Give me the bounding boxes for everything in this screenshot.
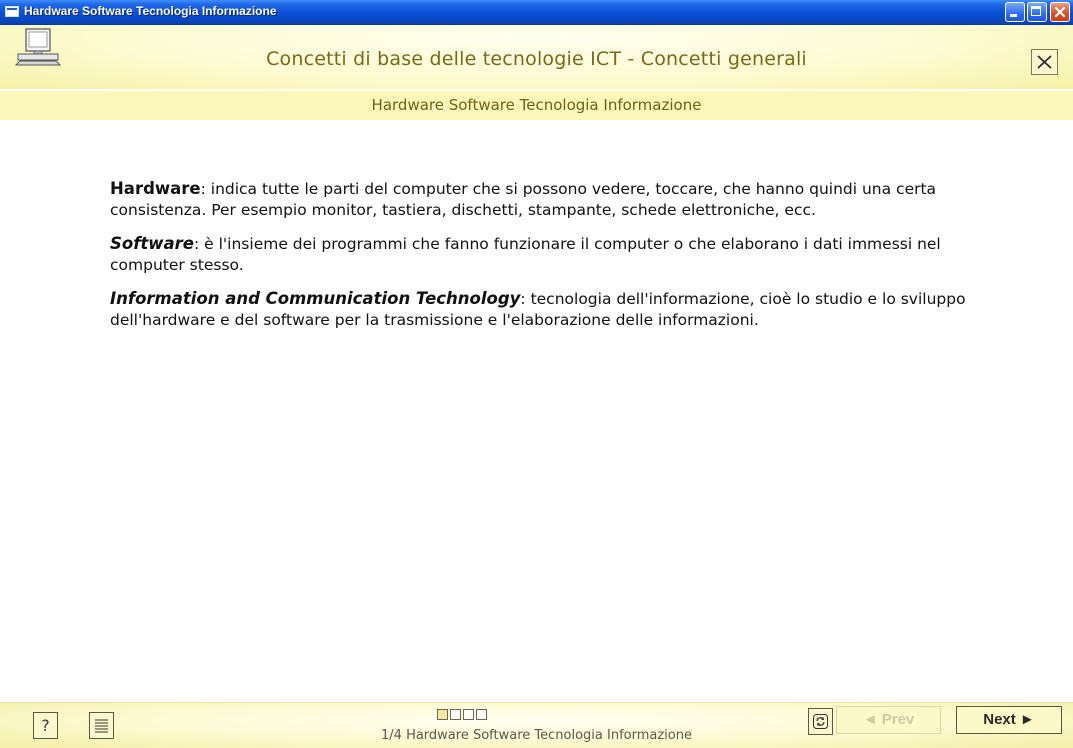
progress-segment <box>450 709 461 720</box>
paragraph-hardware: Hardware: indica tutte le parti del comp… <box>110 178 970 221</box>
next-button[interactable]: Next ► <box>956 706 1062 734</box>
close-icon <box>1054 6 1066 18</box>
navigation-footer: ? 1/4 Hardware Software Tecnologia Infor… <box>0 702 1073 748</box>
page-title-bar: Hardware Software Tecnologia Informazion… <box>0 91 1073 120</box>
progress-indicator <box>437 709 487 720</box>
term-hardware: Hardware <box>110 179 201 198</box>
definition-hardware: : indica tutte le parti del computer che… <box>110 180 937 219</box>
definition-software: : è l'insieme dei programmi che fanno fu… <box>110 235 941 274</box>
course-header: Concetti di base delle tecnologie ICT - … <box>0 25 1073 89</box>
maximize-button[interactable] <box>1027 2 1047 22</box>
term-ict: Information and Communication Technology <box>110 289 521 308</box>
close-icon <box>1037 55 1052 69</box>
paragraph-software: Software: è l'insieme dei programmi che … <box>110 233 970 276</box>
refresh-icon <box>813 714 828 729</box>
window-title-bar[interactable]: Hardware Software Tecnologia Informazion… <box>0 0 1073 25</box>
progress-segment <box>476 709 487 720</box>
reload-button[interactable] <box>808 708 833 735</box>
window-title: Hardware Software Tecnologia Informazion… <box>24 4 277 18</box>
close-lesson-button[interactable] <box>1031 49 1058 75</box>
lesson-content: Hardware: indica tutte le parti del comp… <box>110 178 970 343</box>
progress-segment <box>437 709 448 720</box>
course-title: Concetti di base delle tecnologie ICT - … <box>266 48 807 70</box>
app-window-icon <box>5 6 19 17</box>
prev-button[interactable]: ◄ Prev <box>836 706 941 734</box>
progress-segment <box>463 709 474 720</box>
minimize-button[interactable] <box>1005 2 1025 22</box>
page-title: Hardware Software Tecnologia Informazion… <box>371 96 702 114</box>
window-close-button[interactable] <box>1050 2 1070 22</box>
term-software: Software <box>110 234 194 253</box>
paragraph-ict: Information and Communication Technology… <box>110 288 970 331</box>
